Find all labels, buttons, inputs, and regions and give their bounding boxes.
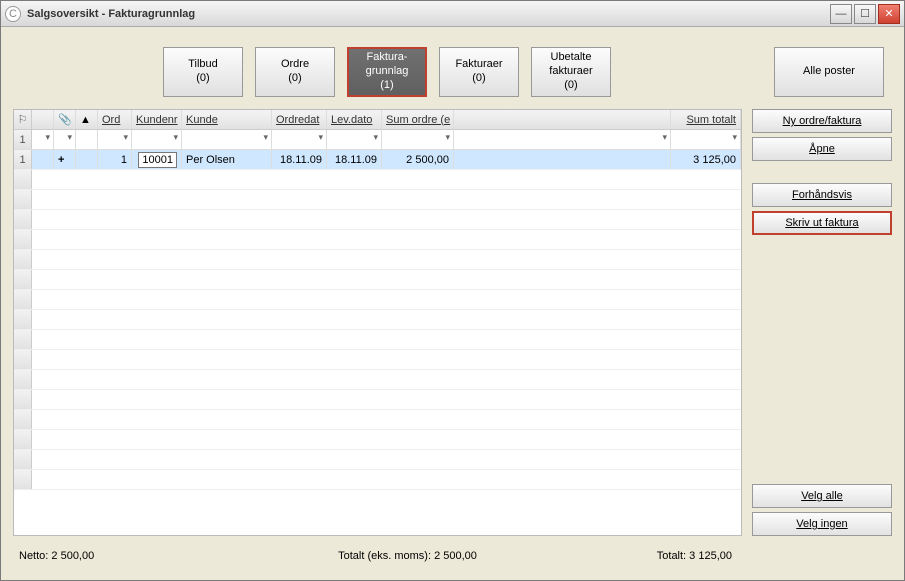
minimize-button[interactable]: —: [830, 4, 852, 24]
tab-label-line2: grunnlag: [366, 65, 409, 79]
filter-ord[interactable]: [98, 130, 132, 149]
preview-button[interactable]: Forhåndsvis: [752, 183, 892, 207]
app-window: C Salgsoversikt - Fakturagrunnlag — ☐ ✕ …: [0, 0, 905, 581]
row-number: 1: [14, 150, 32, 169]
filter-sumtotal[interactable]: [671, 130, 741, 149]
tab-count: (0): [288, 72, 301, 86]
col-ord[interactable]: Ord: [98, 110, 132, 129]
cell-blank1: [32, 150, 54, 169]
cell-sort: [76, 150, 98, 169]
col-blank1[interactable]: [32, 110, 54, 129]
select-none-button[interactable]: Velg ingen: [752, 512, 892, 536]
main-row: ⚐ 📎 ▲ Ord Kundenr Kunde Ordredat Lev.dat…: [13, 109, 892, 536]
flag-icon[interactable]: ⚐: [14, 110, 32, 129]
expand-icon[interactable]: +: [54, 150, 76, 169]
cell-sumtotal: 3 125,00: [671, 150, 741, 169]
filter-blank1[interactable]: [32, 130, 54, 149]
tab-count: (1): [380, 79, 393, 93]
col-sumordre[interactable]: Sum ordre (e: [382, 110, 454, 129]
new-order-button[interactable]: Ny ordre/faktura: [752, 109, 892, 133]
col-kunde[interactable]: Kunde: [182, 110, 272, 129]
table-row[interactable]: 1 + 1 10001 Per Olsen 18.11.09 18.11.09 …: [14, 150, 741, 170]
tab-label-line1: Faktura-: [367, 51, 408, 65]
window-controls: — ☐ ✕: [830, 4, 900, 24]
cell-kundenr: 10001: [132, 150, 182, 169]
kundenr-value: 10001: [138, 152, 177, 168]
tab-ubetalte-fakturaer[interactable]: Ubetalte fakturaer (0): [531, 47, 611, 97]
filter-filler[interactable]: [454, 130, 671, 149]
tab-label: Alle poster: [803, 65, 855, 79]
cell-ord: 1: [98, 150, 132, 169]
tab-label: Tilbud: [188, 58, 218, 72]
col-ordredat[interactable]: Ordredat: [272, 110, 327, 129]
cell-ordredat: 18.11.09: [272, 150, 327, 169]
maximize-button[interactable]: ☐: [854, 4, 876, 24]
tab-label-line2: fakturaer: [549, 65, 592, 79]
cell-sumordre: 2 500,00: [382, 150, 454, 169]
col-kundenr[interactable]: Kundenr: [132, 110, 182, 129]
grid-filter-row: 1: [14, 130, 741, 150]
tab-label: Ordre: [281, 58, 309, 72]
col-sumtotal[interactable]: Sum totalt: [671, 110, 741, 129]
tab-count: (0): [196, 72, 209, 86]
app-icon: C: [5, 6, 21, 22]
sort-indicator-icon[interactable]: ▲: [76, 110, 98, 129]
filter-kundenr[interactable]: [132, 130, 182, 149]
col-levdato[interactable]: Lev.dato: [327, 110, 382, 129]
filter-rownum: 1: [14, 130, 32, 149]
tab-tilbud[interactable]: Tilbud (0): [163, 47, 243, 97]
filter-levdato[interactable]: [327, 130, 382, 149]
footer-totals: Netto: 2 500,00 Totalt (eks. moms): 2 50…: [13, 544, 742, 568]
cell-kunde: Per Olsen: [182, 150, 272, 169]
top-toolbar: Tilbud (0) Ordre (0) Faktura- grunnlag (…: [13, 39, 892, 101]
footer-totalt-eks: Totalt (eks. moms): 2 500,00: [299, 550, 516, 562]
window-title: Salgsoversikt - Fakturagrunnlag: [27, 8, 830, 20]
filter-ordredat[interactable]: [272, 130, 327, 149]
filter-sort: [76, 130, 98, 149]
grid-body[interactable]: 1 + 1 10001 Per Olsen 18.11.09 18.11.09 …: [14, 150, 741, 535]
tab-alle-poster[interactable]: Alle poster: [774, 47, 884, 97]
cell-filler: [454, 150, 671, 169]
tab-label: Fakturaer: [455, 58, 502, 72]
print-invoice-button[interactable]: Skriv ut faktura: [752, 211, 892, 235]
col-filler: [454, 110, 671, 129]
data-grid: ⚐ 📎 ▲ Ord Kundenr Kunde Ordredat Lev.dat…: [13, 109, 742, 536]
tab-count: (0): [564, 79, 577, 93]
content-area: Tilbud (0) Ordre (0) Faktura- grunnlag (…: [1, 27, 904, 580]
paperclip-icon[interactable]: 📎: [54, 110, 76, 129]
titlebar: C Salgsoversikt - Fakturagrunnlag — ☐ ✕: [1, 1, 904, 27]
close-button[interactable]: ✕: [878, 4, 900, 24]
tab-ordre[interactable]: Ordre (0): [255, 47, 335, 97]
side-button-column: Ny ordre/faktura Åpne Forhåndsvis Skriv …: [752, 109, 892, 536]
cell-levdato: 18.11.09: [327, 150, 382, 169]
tab-fakturaer[interactable]: Fakturaer (0): [439, 47, 519, 97]
grid-header-row: ⚐ 📎 ▲ Ord Kundenr Kunde Ordredat Lev.dat…: [14, 110, 741, 130]
filter-clip[interactable]: [54, 130, 76, 149]
filter-sumordre[interactable]: [382, 130, 454, 149]
footer-totalt: Totalt: 3 125,00: [536, 550, 736, 562]
filter-kunde[interactable]: [182, 130, 272, 149]
tab-count: (0): [472, 72, 485, 86]
tab-label-line1: Ubetalte: [551, 51, 592, 65]
open-button[interactable]: Åpne: [752, 137, 892, 161]
footer-netto: Netto: 2 500,00: [19, 550, 279, 562]
select-all-button[interactable]: Velg alle: [752, 484, 892, 508]
tab-fakturagrunnlag[interactable]: Faktura- grunnlag (1): [347, 47, 427, 97]
